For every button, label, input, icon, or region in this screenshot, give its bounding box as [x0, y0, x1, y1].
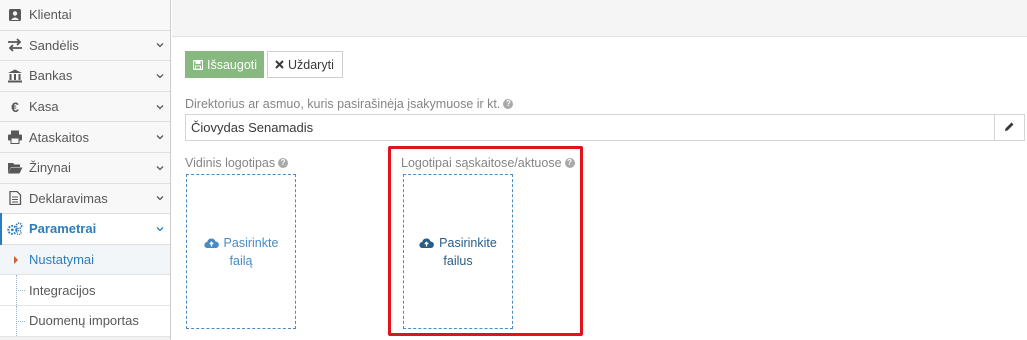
euro-icon: € [11, 98, 19, 115]
file-icon [7, 190, 23, 206]
sidebar-subitem-label: Duomenų importas [29, 313, 139, 329]
chevron-down-icon [156, 165, 164, 171]
sidebar-item-label: Klientai [29, 7, 72, 23]
chevron-down-icon [156, 226, 164, 232]
internal-logo-label: Vidinis logotipas ? [185, 156, 289, 170]
folder-open-icon [7, 160, 23, 176]
chevron-down-icon [156, 104, 164, 109]
internal-logo-dropzone[interactable]: Pasirinkte failą [186, 174, 296, 329]
sidebar-subitem-duomenu-importas[interactable]: Duomenų importas [0, 305, 170, 337]
sidebar-item-kasa[interactable]: € Kasa [0, 91, 170, 123]
help-icon[interactable]: ? [278, 158, 289, 168]
chevron-down-icon [156, 196, 164, 201]
sidebar-item-label: Deklaravimas [29, 190, 108, 206]
close-button[interactable]: Uždaryti [267, 51, 343, 78]
edit-button[interactable] [995, 114, 1025, 141]
sidebar-item-label: Žinynai [29, 160, 71, 176]
exchange-icon [7, 37, 23, 53]
sidebar-item-label: Bankas [29, 68, 73, 84]
cloud-upload-icon [203, 237, 219, 249]
sidebar-subitem-integracijos[interactable]: Integracijos [0, 275, 170, 306]
top-bar [172, 0, 1027, 37]
save-button[interactable]: Išsaugoti [185, 51, 264, 78]
chevron-down-icon [156, 43, 164, 48]
sidebar-item-parametrai[interactable]: Parametrai [0, 213, 170, 245]
sidebar-subitem-label: Integracijos [29, 282, 96, 298]
sidebar-item-label: Kasa [29, 99, 59, 115]
sidebar-item-label: Ataskaitos [29, 129, 89, 145]
pencil-icon [1004, 120, 1015, 135]
close-button-label: Uždaryti [288, 57, 334, 72]
director-input[interactable]: Čiovydas Senamadis [185, 114, 995, 141]
bank-icon [7, 68, 23, 84]
sidebar-item-sandelis[interactable]: Sandėlis [0, 30, 170, 62]
sidebar-item-label: Sandėlis [29, 37, 79, 53]
chevron-down-icon [156, 74, 164, 79]
sidebar: Klientai Sandėlis Bankas € Kasa Ataskait… [0, 0, 171, 340]
sidebar-item-label: Parametrai [29, 221, 97, 237]
help-icon[interactable]: ? [503, 99, 514, 109]
close-icon [275, 60, 284, 69]
caret-right-icon [14, 255, 18, 264]
sidebar-item-zinynai[interactable]: Žinynai [0, 152, 170, 184]
director-field-label: Direktorius ar asmuo, kuris pasirašinėja… [185, 97, 514, 111]
user-card-icon [7, 7, 23, 23]
chevron-down-icon [156, 135, 164, 140]
sidebar-item-klientai[interactable]: Klientai [0, 0, 170, 31]
sidebar-subitem-label: Nustatymai [29, 252, 95, 268]
cogs-icon [7, 221, 23, 237]
highlight-box [388, 146, 583, 336]
sidebar-item-bankas[interactable]: Bankas [0, 61, 170, 92]
sidebar-item-deklaravimas[interactable]: Deklaravimas [0, 183, 170, 215]
sidebar-subitem-nustatymai[interactable]: Nustatymai [0, 244, 170, 276]
sidebar-item-ataskaitos[interactable]: Ataskaitos [0, 122, 170, 153]
print-icon [7, 129, 23, 145]
save-button-label: Išsaugoti [207, 57, 258, 72]
floppy-disk-icon [193, 59, 203, 70]
